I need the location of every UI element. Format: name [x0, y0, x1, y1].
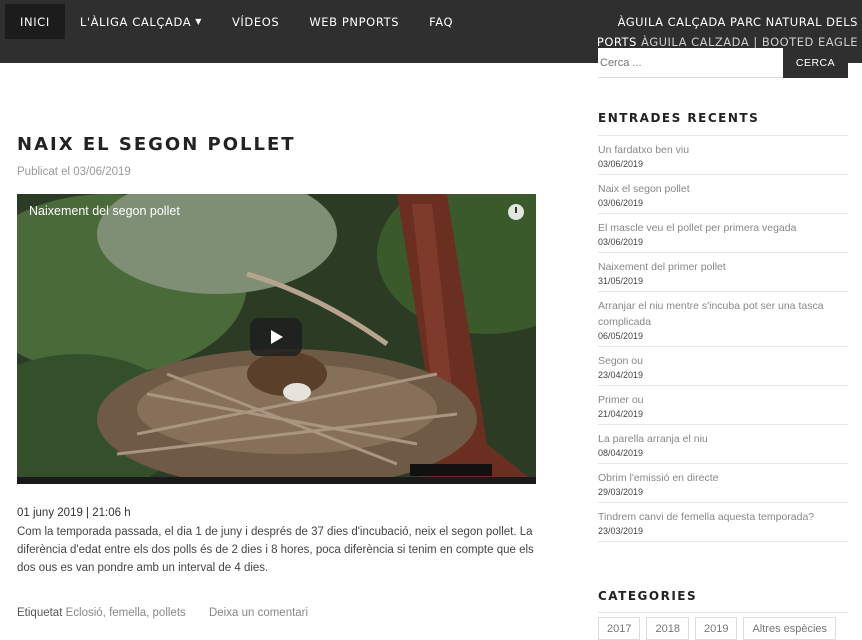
category-2017[interactable]: 2017	[598, 617, 641, 640]
recent-post-link[interactable]: Tindrem canvi de femella aquesta tempora…	[598, 509, 848, 525]
categories-title: CATEGORIES	[598, 589, 698, 603]
chevron-down-icon: ▼	[195, 17, 202, 26]
post-title[interactable]: NAIX EL SEGON POLLET	[17, 134, 296, 155]
list-item: Segon ou 23/04/2019	[598, 347, 848, 386]
category-2018[interactable]: 2018	[646, 617, 689, 640]
leave-comment-link[interactable]: Deixa un comentari	[209, 607, 308, 619]
sponsor-logos	[410, 464, 492, 476]
recent-post-date: 03/06/2019	[598, 159, 644, 169]
list-item: Primer ou 21/04/2019	[598, 386, 848, 425]
post-body: Com la temporada passada, el dia 1 de ju…	[17, 526, 534, 574]
post-meta: Publicat el 03/06/2019	[17, 166, 131, 178]
recent-post-link[interactable]: Naixement del primer pollet	[598, 259, 848, 275]
nav-item-label: VÍDEOS	[231, 14, 280, 29]
nav-item-label: INICI	[20, 14, 50, 29]
list-item: Tindrem canvi de femella aquesta tempora…	[598, 503, 848, 542]
list-item: La parella arranja el niu 08/04/2019	[598, 425, 848, 464]
recent-post-date: 03/06/2019	[598, 237, 644, 247]
recent-post-date: 21/04/2019	[598, 409, 644, 419]
list-item: Naixement del primer pollet 31/05/2019	[598, 253, 848, 292]
categories-list: 2017 2018 2019 Altres espècies	[598, 617, 842, 640]
recent-post-date: 29/03/2019	[598, 487, 644, 497]
list-item: Un fardatxo ben viu 03/06/2019	[598, 136, 848, 175]
nav-item-videos[interactable]: VÍDEOS	[217, 4, 294, 39]
recent-post-date: 31/05/2019	[598, 276, 644, 286]
category-2019[interactable]: 2019	[694, 617, 738, 640]
recent-post-link[interactable]: Un fardatxo ben viu	[598, 142, 848, 158]
video-player[interactable]: Naixement del segon pollet	[17, 194, 536, 484]
recent-post-link[interactable]: Arranjar el niu mentre s'incuba pot ser …	[598, 298, 848, 330]
recent-post-date: 08/04/2019	[598, 448, 644, 458]
recent-post-link[interactable]: Naix el segon pollet	[598, 181, 848, 197]
tags-label: Etiquetat	[17, 607, 63, 619]
list-item: El mascle veu el pollet per primera vega…	[598, 214, 848, 253]
recent-post-date: 23/03/2019	[598, 526, 644, 536]
site-description: ÀGUILA CALZADA | BOOTED EAGLE	[641, 35, 858, 49]
recent-posts-title: ENTRADES RECENTS	[598, 111, 760, 125]
recent-post-link[interactable]: Segon ou	[598, 353, 848, 369]
nav-item-aliga-calcada[interactable]: L'ÀLIGA CALÇADA ▼	[65, 4, 217, 39]
play-button[interactable]	[250, 318, 302, 356]
nav-item-label: L'ÀLIGA CALÇADA	[79, 14, 192, 29]
site-branding[interactable]: ÀGUILA CALÇADA PARC NATURAL DELS PORTS À…	[588, 12, 858, 52]
recent-posts-list: Un fardatxo ben viu 03/06/2019 Naix el se…	[598, 136, 848, 542]
recent-post-link[interactable]: El mascle veu el pollet per primera vega…	[598, 220, 848, 236]
post-tags[interactable]: Eclosió, femella, pollets	[66, 607, 186, 619]
search-input[interactable]	[598, 48, 783, 78]
post-footer: Etiquetat Eclosió, femella, pollets Deix…	[17, 607, 308, 619]
nav-item-label: FAQ	[429, 14, 454, 29]
recent-post-link[interactable]: Primer ou	[598, 392, 848, 408]
nav-item-label: WEB PNPORTS	[309, 14, 400, 29]
video-title[interactable]: Naixement del segon pollet	[29, 204, 180, 218]
recent-post-link[interactable]: Obrim l'emissió en directe	[598, 470, 848, 486]
widget-divider	[598, 612, 848, 613]
watch-later-icon[interactable]	[508, 204, 524, 220]
list-item: Arranjar el niu mentre s'incuba pot ser …	[598, 292, 848, 347]
recent-post-date: 06/05/2019	[598, 331, 644, 341]
nav-item-faq[interactable]: FAQ	[414, 4, 468, 39]
post-date-line: 01 juny 2019 | 21:06 h	[17, 507, 131, 519]
main-menu: INICI L'ÀLIGA CALÇADA ▼ VÍDEOS WEB PNPOR…	[5, 4, 468, 39]
recent-post-link[interactable]: La parella arranja el niu	[598, 431, 848, 447]
nav-item-web-pnports[interactable]: WEB PNPORTS	[294, 4, 414, 39]
recent-post-date: 23/04/2019	[598, 370, 644, 380]
search-button[interactable]: CERCA	[783, 48, 848, 78]
recent-post-date: 03/06/2019	[598, 198, 644, 208]
list-item: Naix el segon pollet 03/06/2019	[598, 175, 848, 214]
nav-item-inici[interactable]: INICI	[5, 4, 65, 39]
list-item: Obrim l'emissió en directe 29/03/2019	[598, 464, 848, 503]
category-altres-especies[interactable]: Altres espècies	[743, 617, 837, 640]
